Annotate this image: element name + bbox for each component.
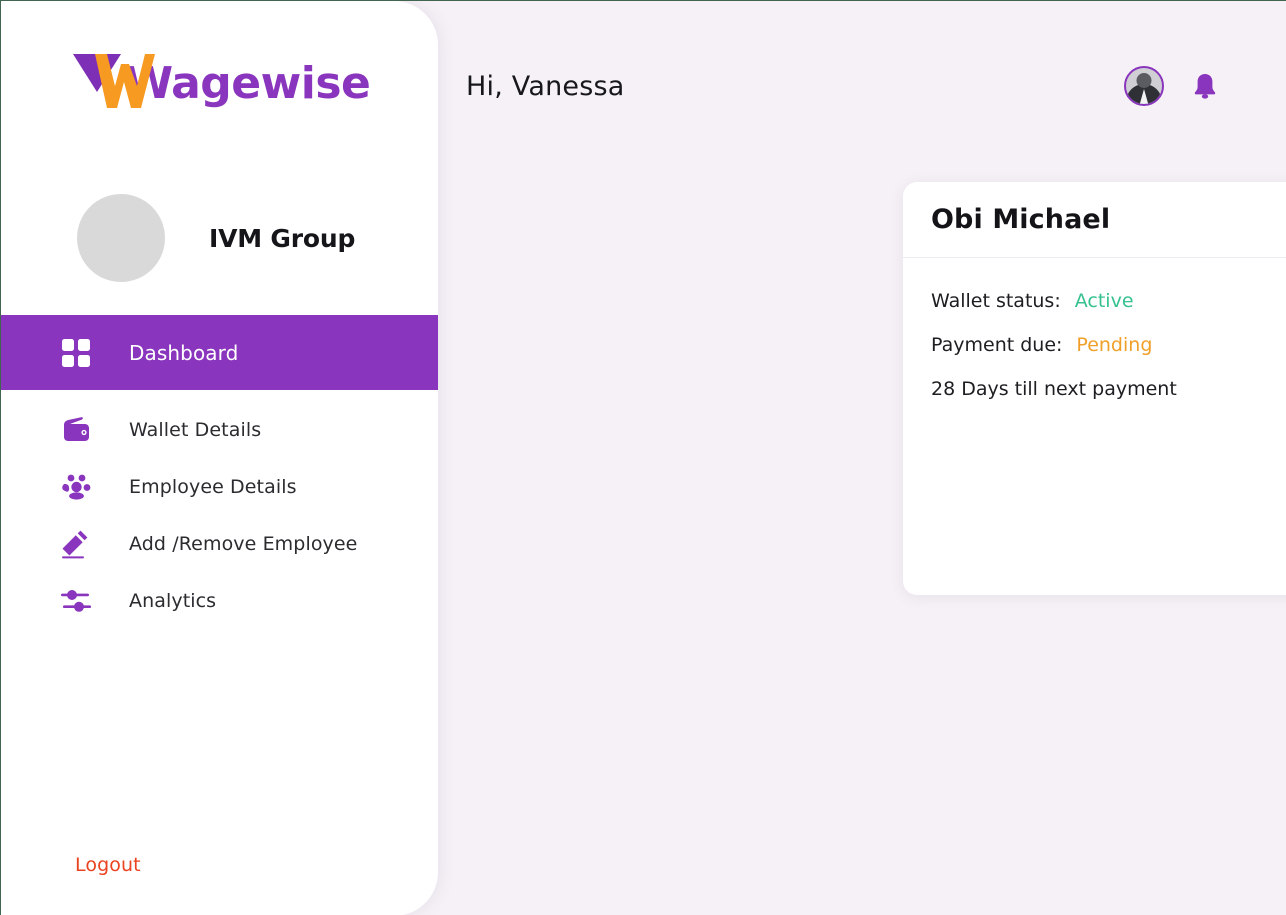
- sidebar-item-label: Analytics: [129, 590, 217, 612]
- sidebar-item-wallet-details[interactable]: Wallet Details: [1, 405, 438, 455]
- payment-status-badge: Pending: [1076, 334, 1153, 356]
- sidebar: Wagewise IVM Group Dashboard Wallet Deta…: [1, 1, 438, 915]
- wallet-status-row: Wallet status: Active: [931, 290, 1286, 312]
- brand-logo: Wagewise: [1, 1, 438, 151]
- wallet-card-body: Wallet status: Active Payment due: Pendi…: [903, 258, 1286, 400]
- payment-due-row: Payment due: Pending: [931, 334, 1286, 356]
- wallet-icon: [61, 413, 101, 447]
- logo-svg: [72, 54, 155, 108]
- logout-button[interactable]: Logout: [75, 854, 141, 876]
- sidebar-item-label: Add /Remove Employee: [129, 533, 358, 555]
- wagewise-logo-mark: [69, 48, 155, 112]
- wallet-card: Obi Michael Wallet Address: hfvhdvechewb…: [903, 182, 1286, 595]
- employee-name: Obi Michael: [931, 204, 1111, 235]
- brand-name: Wagewise: [124, 58, 371, 109]
- payment-due-label: Payment due:: [931, 334, 1063, 356]
- sidebar-item-label: Dashboard: [129, 340, 239, 365]
- pencil-icon: [61, 527, 101, 561]
- sidebar-item-employee-details[interactable]: Employee Details: [1, 462, 438, 512]
- wallet-card-header: Obi Michael Wallet Address: hfvhdvechewb…: [903, 182, 1286, 258]
- greeting-text: Hi, Vanessa: [466, 70, 625, 102]
- main-content: Hi, Vanessa Obi Michael Wallet status: A…: [438, 1, 1286, 915]
- topbar-actions: [1124, 66, 1216, 106]
- org-profile: IVM Group: [1, 151, 438, 301]
- grid-icon: [61, 336, 101, 370]
- people-group-icon: [61, 470, 101, 504]
- notification-bell-icon[interactable]: [1194, 73, 1216, 99]
- sidebar-item-label: Employee Details: [129, 476, 297, 498]
- payment-countdown: 28 Days till next payment: [931, 378, 1177, 400]
- avatar-head: [1136, 73, 1152, 88]
- logout-container: Logout: [1, 854, 438, 915]
- topbar: Hi, Vanessa: [466, 1, 1216, 151]
- wallet-status-label: Wallet status:: [931, 290, 1061, 312]
- org-name: IVM Group: [209, 223, 356, 253]
- org-avatar: [77, 194, 165, 282]
- sidebar-nav: Dashboard Wallet Details Employee Detail…: [1, 315, 438, 626]
- sliders-icon: [61, 584, 101, 618]
- sidebar-item-add-remove-employee[interactable]: Add /Remove Employee: [1, 519, 438, 569]
- sidebar-item-dashboard[interactable]: Dashboard: [1, 315, 438, 390]
- sidebar-item-label: Wallet Details: [129, 419, 262, 441]
- avatar[interactable]: [1124, 66, 1164, 106]
- sidebar-item-analytics[interactable]: Analytics: [1, 576, 438, 626]
- status-badge: Active: [1074, 290, 1134, 312]
- app-root: Wagewise IVM Group Dashboard Wallet Deta…: [1, 1, 1286, 915]
